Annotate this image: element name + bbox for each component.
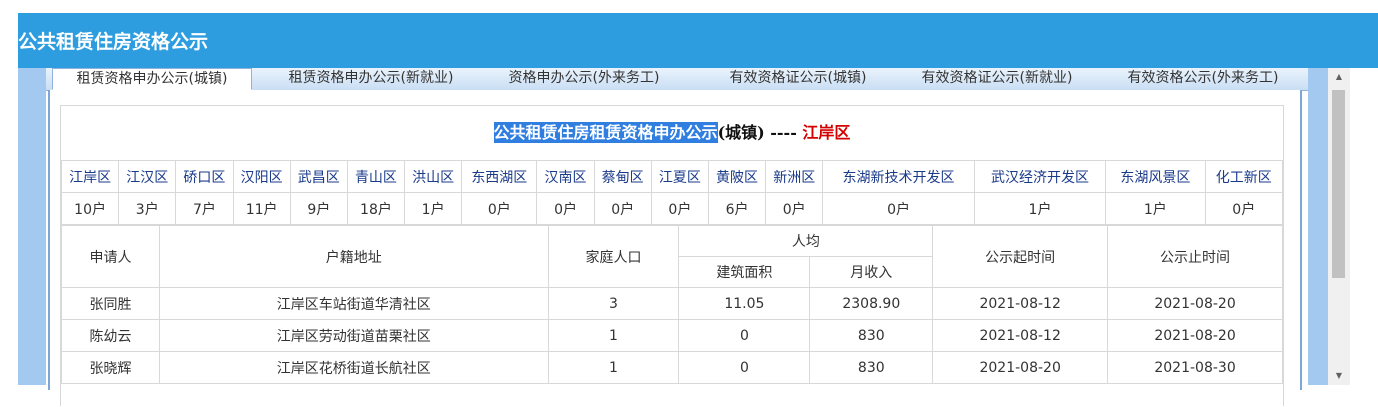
table-row: 张晓辉 江岸区花桥街道长航社区 1 0 830 2021-08-20 2021-… [61, 351, 1283, 384]
cell-area: 0 [678, 351, 811, 384]
notice-title-highlight: 公共租赁住房租赁资格申办公示 [493, 122, 718, 143]
col-income-header: 月收入 [809, 256, 934, 288]
table-row: 张同胜 江岸区车站街道华清社区 3 11.05 2308.90 2021-08-… [61, 287, 1283, 320]
tab-bar: 租赁资格申办公示(城镇) 租赁资格申办公示(新就业) 资格申办公示(外来务工) … [46, 68, 1308, 91]
cell-household: 3 [547, 287, 680, 320]
cell-end: 2021-08-20 [1107, 319, 1283, 352]
tab-valid-cert-urban[interactable]: 有效资格证公示(城镇) [703, 68, 893, 90]
applicant-table: 申请人 户籍地址 家庭人口 人均 公示起时间 公示止时间 建筑面积 月收入 张同… [61, 225, 1283, 384]
district-link[interactable]: 汉南区 [536, 160, 595, 193]
district-count: 0户 [593, 192, 652, 225]
page-title: 公共租赁住房资格公示 [18, 31, 209, 53]
cell-income: 830 [809, 351, 934, 384]
district-count-row: 10户 3户 7户 11户 9户 18户 1户 0户 0户 0户 0户 6户 0… [60, 192, 1284, 225]
notice-title-suffix: (城镇) ---- [717, 123, 803, 142]
tab-rental-urban[interactable]: 租赁资格申办公示(城镇) [52, 68, 252, 90]
district-count: 0户 [650, 192, 709, 225]
district-count: 10户 [60, 192, 120, 225]
district-link[interactable]: 硚口区 [175, 160, 234, 193]
district-link[interactable]: 武昌区 [289, 160, 348, 193]
district-count: 0户 [822, 192, 975, 225]
cell-applicant: 张同胜 [61, 287, 160, 320]
district-link[interactable]: 江夏区 [650, 160, 709, 193]
district-count: 6户 [707, 192, 767, 225]
district-link[interactable]: 化工新区 [1204, 160, 1284, 193]
district-count: 1户 [404, 192, 463, 225]
cell-applicant: 陈幼云 [61, 319, 160, 352]
content-area: 租赁资格申办公示(城镇) 租赁资格申办公示(新就业) 资格申办公示(外来务工) … [46, 68, 1308, 406]
district-link[interactable]: 江岸区 [60, 160, 120, 193]
cell-start: 2021-08-20 [932, 351, 1109, 384]
cell-start: 2021-08-12 [932, 287, 1109, 320]
cell-applicant: 张晓辉 [61, 351, 160, 384]
district-link[interactable]: 蔡甸区 [593, 160, 652, 193]
right-border [1308, 68, 1328, 385]
notice-title: 公共租赁住房租赁资格申办公示(城镇) ---- 江岸区 [61, 106, 1283, 160]
cell-address: 江岸区车站街道华清社区 [158, 287, 549, 320]
district-link[interactable]: 东西湖区 [461, 160, 538, 193]
cell-area: 11.05 [678, 287, 811, 320]
district-link[interactable]: 江汉区 [118, 160, 177, 193]
col-area-header: 建筑面积 [678, 256, 811, 288]
scroll-up-icon[interactable]: ▲ [1328, 68, 1350, 86]
cell-end: 2021-08-20 [1107, 287, 1283, 320]
cell-start: 2021-08-12 [932, 319, 1109, 352]
district-link[interactable]: 汉阳区 [232, 160, 291, 193]
scroll-thumb[interactable] [1332, 90, 1345, 278]
tab-rental-new-employment[interactable]: 租赁资格申办公示(新就业) [271, 68, 471, 90]
district-count: 9户 [289, 192, 348, 225]
app-header: 公共租赁住房资格公示 [18, 13, 1378, 68]
scroll-down-icon[interactable]: ▼ [1328, 367, 1350, 385]
notice-panel: 公共租赁住房租赁资格申办公示(城镇) ---- 江岸区 江岸区 江汉区 硚口区 … [60, 105, 1284, 406]
cell-income: 830 [809, 319, 934, 352]
tab-valid-cert-new-employment[interactable]: 有效资格证公示(新就业) [897, 68, 1097, 90]
district-link[interactable]: 黄陂区 [707, 160, 767, 193]
district-name-row: 江岸区 江汉区 硚口区 汉阳区 武昌区 青山区 洪山区 东西湖区 汉南区 蔡甸区… [60, 160, 1284, 193]
col-end-header: 公示止时间 [1107, 225, 1283, 288]
tab-valid-migrant-workers[interactable]: 有效资格公示(外来务工) [1108, 68, 1298, 90]
col-address-header: 户籍地址 [158, 225, 549, 288]
district-count: 0户 [461, 192, 538, 225]
district-link[interactable]: 新洲区 [765, 160, 824, 193]
district-link[interactable]: 东湖风景区 [1105, 160, 1206, 193]
district-summary-table: 江岸区 江汉区 硚口区 汉阳区 武昌区 青山区 洪山区 东西湖区 汉南区 蔡甸区… [60, 160, 1284, 225]
vertical-scrollbar[interactable]: ▲ ▼ [1328, 68, 1350, 385]
district-link[interactable]: 洪山区 [404, 160, 463, 193]
district-count: 11户 [232, 192, 291, 225]
district-count: 7户 [175, 192, 234, 225]
cell-income: 2308.90 [809, 287, 934, 320]
main-frame: 租赁资格申办公示(城镇) 租赁资格申办公示(新就业) 资格申办公示(外来务工) … [18, 68, 1378, 406]
tab-migrant-workers[interactable]: 资格申办公示(外来务工) [489, 68, 679, 90]
district-count: 1户 [973, 192, 1107, 225]
district-count: 0户 [536, 192, 595, 225]
district-count: 1户 [1105, 192, 1206, 225]
district-link[interactable]: 东湖新技术开发区 [822, 160, 975, 193]
district-count: 0户 [1204, 192, 1284, 225]
district-count: 0户 [765, 192, 824, 225]
table-header-row: 申请人 户籍地址 家庭人口 人均 公示起时间 公示止时间 [61, 225, 1283, 288]
col-applicant-header: 申请人 [61, 225, 160, 288]
table-row: 陈幼云 江岸区劳动街道苗栗社区 1 0 830 2021-08-12 2021-… [61, 319, 1283, 352]
cell-household: 1 [547, 319, 680, 352]
district-count: 18户 [346, 192, 406, 225]
cell-household: 1 [547, 351, 680, 384]
col-household-header: 家庭人口 [547, 225, 680, 288]
cell-area: 0 [678, 319, 811, 352]
cell-address: 江岸区花桥街道长航社区 [158, 351, 549, 384]
left-border [18, 68, 46, 385]
district-count: 3户 [118, 192, 177, 225]
notice-title-district: 江岸区 [802, 123, 851, 142]
district-link[interactable]: 青山区 [346, 160, 406, 193]
col-per-capita-header: 人均 [678, 225, 934, 257]
cell-address: 江岸区劳动街道苗栗社区 [158, 319, 549, 352]
col-start-header: 公示起时间 [932, 225, 1109, 288]
cell-end: 2021-08-30 [1107, 351, 1283, 384]
district-link[interactable]: 武汉经济开发区 [973, 160, 1107, 193]
